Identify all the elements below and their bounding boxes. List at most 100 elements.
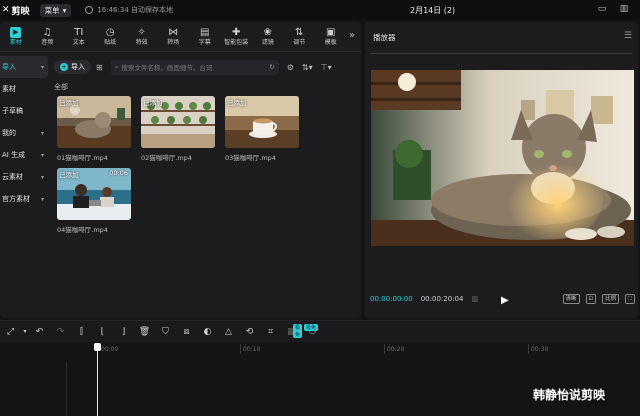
tab-audio[interactable]: ♫ 音频	[32, 22, 64, 51]
play-button[interactable]: ▶	[501, 295, 509, 306]
divider	[371, 53, 632, 54]
tab-smart-pack[interactable]: ✚ 智能包装	[221, 22, 253, 51]
reverse-icon[interactable]: ◐	[197, 327, 218, 337]
player-title: 播放器	[373, 33, 396, 42]
saved-icon	[85, 6, 94, 14]
clip-name: 04猫咖啡厅.mp4	[57, 226, 108, 234]
freeze-icon[interactable]: ⧈	[176, 327, 197, 337]
chevron-down-icon: ▾	[40, 173, 44, 181]
window-controls: ▭ ▥	[596, 3, 630, 15]
sort-icon[interactable]: ⇅▾	[302, 63, 313, 72]
tab-template[interactable]: ▣ 模板	[315, 22, 347, 51]
smart-crop-icon[interactable]: ▦ 极免	[281, 323, 303, 338]
playhead[interactable]	[97, 344, 98, 416]
fullscreen-button[interactable]: ⛶	[625, 294, 635, 304]
media-sidebar: 导入 ▾ 素材 子草稿 我的 ▾ AI 生成 ▾ 云素材 ▾ 官方素材 ▾	[0, 56, 48, 210]
chevron-down-icon: ▾	[40, 63, 44, 71]
effects-icon: ✧	[137, 27, 146, 38]
auto-reframe-icon[interactable]: ⚇ 极免	[302, 323, 323, 337]
tab-caption[interactable]: ▤ 字幕	[189, 22, 221, 51]
clip-thumbnail: 已添加	[57, 96, 131, 148]
clip-name: 01猫咖啡厅.mp4	[57, 154, 108, 162]
total-time: 00:00:20:04	[420, 295, 464, 303]
sidebar-item[interactable]: 子草稿	[0, 100, 48, 122]
ruler-tick: 00:10	[243, 346, 261, 353]
ruler-tick: 00:30	[531, 346, 549, 353]
added-badge: 已添加	[59, 171, 79, 179]
timeline-toolbar: ⤢ ▾ ↶ ↷ ⫿ ⌊ ⌋ 🗑 ⛉ ⧈ ◐ △ ⟲ ⌗ ▦ 极免 ⚇ 极免	[0, 320, 640, 342]
snapshot-button[interactable]: ⊡	[585, 294, 597, 304]
toolbar-more-icon[interactable]: »	[349, 30, 355, 41]
tab-adjust[interactable]: ⇅ 调节	[284, 22, 316, 51]
asset-toolbar: ▶ 素材 ♫ 音频 TI 文本 ◷ 贴纸 ✧ 特效 ⋈ 转场 ▤ 字幕 ✚ 智能包装 ❀ 滤镜 ⇅ 调节 ▣ 模板	[0, 22, 361, 52]
quality-button[interactable]: 清晰	[562, 294, 580, 304]
mirror-icon[interactable]: △	[218, 327, 239, 337]
layout-icon[interactable]: ▥	[618, 3, 630, 15]
rotate-icon[interactable]: ⟲	[239, 327, 260, 337]
clip-name: 02猫咖啡厅.mp4	[141, 154, 192, 162]
filter-icon[interactable]: ⊤▾	[321, 63, 332, 72]
clip-item[interactable]: 已添加 03猫咖啡厅.mp4	[225, 96, 299, 162]
tab-label: 调节	[293, 39, 306, 46]
select-tool-icon[interactable]: ⤢	[0, 327, 21, 337]
aspect-ratio-button[interactable]: 比例	[602, 294, 620, 304]
sidebar-item[interactable]: 素材	[0, 78, 48, 100]
refresh-icon[interactable]: ↻	[269, 63, 274, 71]
tab-label: 字幕	[198, 39, 211, 46]
clip-item[interactable]: 已添加 02猫咖啡厅.mp4	[141, 96, 215, 162]
clip-thumbnail: 已添加	[141, 96, 215, 148]
tab-filter[interactable]: ❀ 滤镜	[252, 22, 284, 51]
clip-item[interactable]: 已添加 01猫咖啡厅.mp4	[57, 96, 131, 162]
ruler-tick: 00:00	[101, 346, 119, 353]
added-badge: 已添加	[227, 99, 247, 107]
timecode: 00:00:00:00 00:00:20:04 ▥	[370, 295, 478, 303]
tab-label: 贴纸	[104, 39, 117, 46]
chevron-down-icon[interactable]: ▾	[21, 328, 29, 335]
sidebar-item[interactable]: 云素材 ▾	[0, 166, 48, 188]
hamburger-menu-icon[interactable]: ☰	[624, 31, 632, 41]
tab-label: 滤镜	[261, 39, 274, 46]
playhead-handle[interactable]	[94, 343, 101, 351]
clip-thumbnail: 已添加 00:06	[57, 168, 131, 220]
player-panel: 播放器 ☰ 00:00:00:00 00:00:20:04 ▥ ▶ 清晰 ⊡ 比…	[365, 22, 638, 318]
delete-icon[interactable]: 🗑	[134, 327, 155, 337]
import-button[interactable]: + 导入	[54, 60, 91, 74]
split-right-icon[interactable]: ⌋	[113, 327, 134, 337]
clip-item[interactable]: 已添加 00:06 04猫咖啡厅.mp4	[57, 168, 131, 234]
undo-icon[interactable]: ↶	[29, 327, 50, 337]
adjust-icon: ⇅	[295, 27, 304, 38]
chevron-down-icon: ▾	[40, 129, 44, 137]
media-panel: ▶ 素材 ♫ 音频 TI 文本 ◷ 贴纸 ✧ 特效 ⋈ 转场 ▤ 字幕 ✚ 智能包装 ❀ 滤镜 ⇅ 调节 ▣ 模板 » 导…	[0, 22, 361, 318]
crop-icon[interactable]: ⌗	[260, 327, 281, 337]
tab-media[interactable]: ▶ 素材	[0, 22, 32, 51]
settings-icon[interactable]: ⚙	[287, 63, 294, 72]
ruler-mark	[528, 344, 529, 354]
sidebar-item[interactable]: 导入 ▾	[0, 56, 48, 78]
marker-icon[interactable]: ⛉	[155, 327, 176, 337]
sidebar-item[interactable]: 我的 ▾	[0, 122, 48, 144]
tab-text[interactable]: TI 文本	[63, 22, 95, 51]
import-label: 导入	[71, 63, 85, 71]
tab-sticker[interactable]: ◷ 贴纸	[95, 22, 127, 51]
tab-effects[interactable]: ✧ 特效	[126, 22, 158, 51]
search-icon: ⌕	[114, 62, 119, 71]
video-preview[interactable]	[371, 70, 634, 246]
split-left-icon[interactable]: ⌊	[92, 327, 113, 337]
ruler-mark	[384, 344, 385, 354]
sidebar-item[interactable]: AI 生成 ▾	[0, 144, 48, 166]
menu-button[interactable]: 菜单 ▾	[39, 3, 72, 17]
grid-view-icon[interactable]: ⊞	[96, 63, 103, 72]
app-logo: ✕ 剪映	[0, 4, 30, 17]
capcut-logo-icon: ✕	[2, 5, 10, 15]
notebook-icon[interactable]: ▭	[596, 3, 608, 15]
search-input[interactable]: ⌕ 搜索文件名称、画面细节、台词 ↻	[110, 59, 279, 75]
tab-transition[interactable]: ⋈ 转场	[158, 22, 190, 51]
redo-icon[interactable]: ↷	[50, 327, 71, 337]
free-tag: 极免	[293, 323, 303, 338]
split-icon[interactable]: ⫿	[71, 327, 92, 337]
tab-label: 特效	[135, 39, 148, 46]
chevron-down-icon: ▾	[62, 5, 67, 15]
transition-icon: ⋈	[168, 27, 179, 38]
sidebar-item[interactable]: 官方素材 ▾	[0, 188, 48, 210]
project-title: 2月14日 (2)	[410, 6, 456, 15]
